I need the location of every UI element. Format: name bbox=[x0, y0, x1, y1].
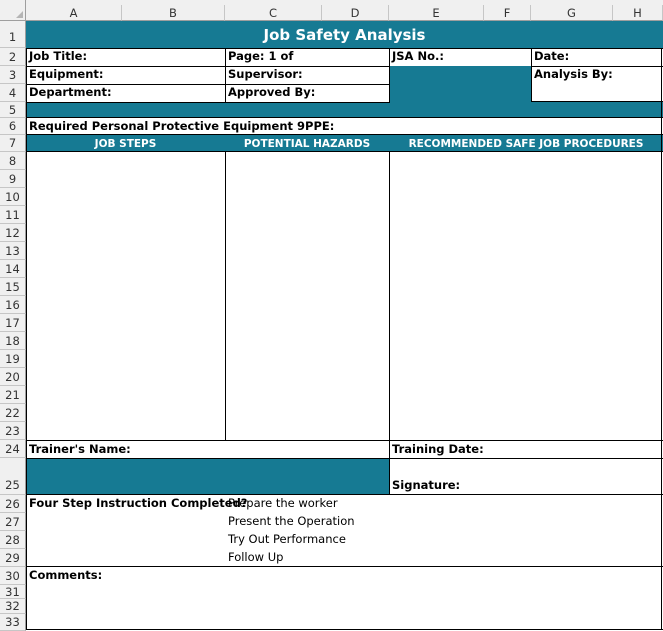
column-header-h[interactable]: H bbox=[613, 5, 663, 21]
step-prepare-worker: Prepare the worker bbox=[228, 496, 338, 510]
column-header-d[interactable]: D bbox=[322, 5, 389, 21]
row-header-31[interactable]: 31 bbox=[0, 585, 26, 599]
jsa-no-label: JSA No.: bbox=[392, 49, 444, 63]
separator-band bbox=[26, 102, 663, 118]
step-follow-up: Follow Up bbox=[228, 550, 284, 564]
select-all-corner[interactable] bbox=[0, 0, 26, 21]
row-header-20[interactable]: 20 bbox=[0, 368, 26, 386]
row-header-26[interactable]: 26 bbox=[0, 495, 26, 513]
row-header-2[interactable]: 2 bbox=[0, 48, 26, 66]
row-header-14[interactable]: 14 bbox=[0, 260, 26, 278]
potential-hazards-area[interactable] bbox=[226, 152, 389, 440]
approved-by-label: Approved By: bbox=[228, 85, 316, 99]
recommended-procedures-area[interactable] bbox=[390, 152, 661, 440]
training-date-label: Training Date: bbox=[392, 442, 484, 456]
four-step-label: Four Step Instruction Completed? bbox=[29, 496, 248, 510]
signature-label: Signature: bbox=[392, 478, 461, 492]
analysis-by-label: Analysis By: bbox=[534, 67, 613, 81]
row-header-16[interactable]: 16 bbox=[0, 296, 26, 314]
form-title: Job Safety Analysis bbox=[263, 26, 426, 44]
row-header-7[interactable]: 7 bbox=[0, 135, 26, 152]
column-header-c[interactable]: C bbox=[225, 5, 322, 21]
row-header-13[interactable]: 13 bbox=[0, 242, 26, 260]
row-header-24[interactable]: 24 bbox=[0, 440, 26, 458]
row-header-27[interactable]: 27 bbox=[0, 513, 26, 531]
date-label: Date: bbox=[534, 49, 570, 63]
row-header-10[interactable]: 10 bbox=[0, 188, 26, 206]
supervisor-label: Supervisor: bbox=[228, 67, 303, 81]
column-header-a[interactable]: A bbox=[26, 5, 122, 21]
job-steps-header: JOB STEPS bbox=[94, 138, 157, 150]
job-steps-area[interactable] bbox=[27, 152, 225, 440]
row-header-3[interactable]: 3 bbox=[0, 66, 26, 84]
recommended-procedures-header: RECOMMENDED SAFE JOB PROCEDURES bbox=[408, 138, 644, 150]
row-header-9[interactable]: 9 bbox=[0, 170, 26, 188]
trainer-name-label: Trainer's Name: bbox=[29, 442, 131, 456]
ppe-label: Required Personal Protective Equipment 9… bbox=[29, 119, 335, 133]
trainer-name-field[interactable] bbox=[26, 458, 389, 495]
row-header-30[interactable]: 30 bbox=[0, 567, 26, 585]
column-header-b[interactable]: B bbox=[122, 5, 225, 21]
step-try-out-performance: Try Out Performance bbox=[228, 532, 346, 546]
row-header-25[interactable]: 25 bbox=[0, 458, 26, 495]
row-header-23[interactable]: 23 bbox=[0, 422, 26, 440]
column-header-g[interactable]: G bbox=[531, 5, 613, 21]
column-header-f[interactable]: F bbox=[484, 5, 531, 21]
row-header-4[interactable]: 4 bbox=[0, 84, 26, 102]
row-header-1[interactable]: 1 bbox=[0, 21, 26, 48]
comments-label: Comments: bbox=[29, 568, 103, 582]
row-header-11[interactable]: 11 bbox=[0, 206, 26, 224]
row-header-17[interactable]: 17 bbox=[0, 314, 26, 332]
row-header-19[interactable]: 19 bbox=[0, 350, 26, 368]
column-header-e[interactable]: E bbox=[389, 5, 484, 21]
row-header-18[interactable]: 18 bbox=[0, 332, 26, 350]
row-header-5[interactable]: 5 bbox=[0, 102, 26, 118]
row-header-15[interactable]: 15 bbox=[0, 278, 26, 296]
row-header-21[interactable]: 21 bbox=[0, 386, 26, 404]
row-header-32[interactable]: 32 bbox=[0, 599, 26, 614]
row-header-6[interactable]: 6 bbox=[0, 118, 26, 135]
row-header-28[interactable]: 28 bbox=[0, 531, 26, 549]
step-present-operation: Present the Operation bbox=[228, 514, 355, 528]
job-title-label: Job Title: bbox=[29, 49, 88, 63]
comments-area[interactable] bbox=[27, 585, 661, 629]
row-header-29[interactable]: 29 bbox=[0, 549, 26, 567]
row-header-8[interactable]: 8 bbox=[0, 152, 26, 170]
row-header-22[interactable]: 22 bbox=[0, 404, 26, 422]
equipment-label: Equipment: bbox=[29, 67, 104, 81]
page-label: Page: 1 of bbox=[228, 49, 294, 63]
row-header-33[interactable]: 33 bbox=[0, 614, 26, 631]
potential-hazards-header: POTENTIAL HAZARDS bbox=[243, 138, 371, 150]
department-label: Department: bbox=[29, 85, 112, 99]
row-header-12[interactable]: 12 bbox=[0, 224, 26, 242]
jsa-no-field[interactable] bbox=[389, 66, 531, 102]
